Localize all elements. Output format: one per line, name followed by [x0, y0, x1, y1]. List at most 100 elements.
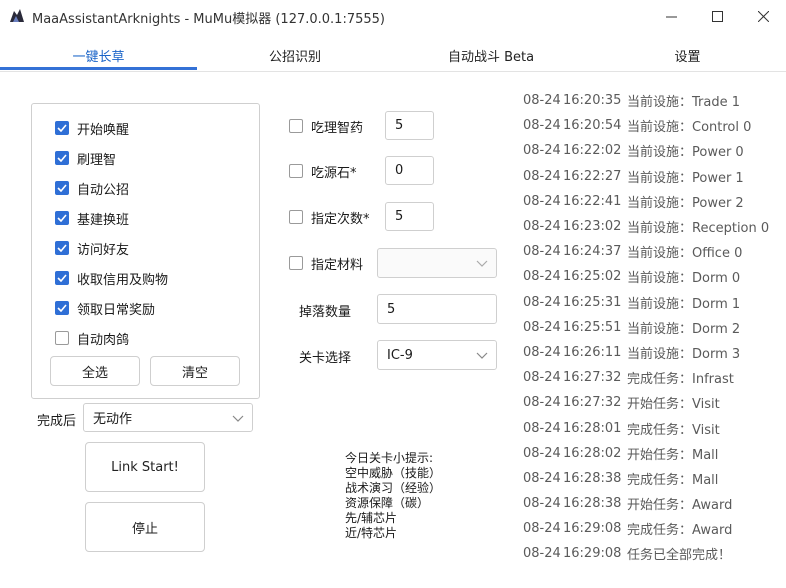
- task-wakeup-checkbox[interactable]: [55, 121, 69, 135]
- use-stone-checkbox[interactable]: [289, 164, 303, 178]
- tips-line: 今日关卡小提示:: [345, 451, 434, 465]
- task-visit[interactable]: 访问好友: [55, 238, 129, 258]
- check-icon: [57, 214, 67, 222]
- use-medicine-option[interactable]: 吃理智药: [289, 116, 363, 136]
- close-icon: [757, 10, 769, 22]
- after-finish-select[interactable]: 无动作: [83, 403, 253, 432]
- log-date: 08-24: [523, 370, 561, 386]
- tab-auto-battle[interactable]: 自动战斗 Beta: [393, 40, 589, 70]
- medicine-count-input[interactable]: 5: [385, 111, 434, 140]
- log-date: 08-24: [523, 395, 561, 411]
- task-label: 收取信用及购物: [77, 272, 169, 288]
- minimize-button[interactable]: [648, 0, 694, 32]
- log-message: 当前设施：Power 2: [627, 195, 744, 211]
- window-title: MaaAssistantArknights - MuMu模拟器 (127.0.0…: [32, 12, 385, 27]
- log-entry: 08-24 16:23:02 当前设施：Reception 0: [523, 214, 785, 239]
- task-roguelike-checkbox[interactable]: [55, 331, 69, 345]
- log-entry: 08-24 16:28:01 完成任务：Visit: [523, 415, 785, 440]
- tips-line: 近/特芯片: [345, 526, 398, 540]
- log-time: 16:26:11: [563, 344, 622, 360]
- fight-times-input[interactable]: 5: [385, 202, 434, 231]
- stone-count-input[interactable]: 0: [385, 156, 434, 185]
- task-visit-checkbox[interactable]: [55, 241, 69, 255]
- material-option[interactable]: 指定材料: [289, 253, 363, 273]
- task-mall[interactable]: 收取信用及购物: [55, 268, 168, 288]
- log-entry: 08-24 16:29:08 任务已全部完成！: [523, 541, 785, 566]
- log-message: 当前设施：Dorm 1: [627, 296, 741, 312]
- log-message: 任务已全部完成！: [627, 548, 732, 564]
- log-time: 16:25:51: [563, 319, 622, 335]
- log-date: 08-24: [523, 168, 561, 184]
- log-time: 16:22:27: [563, 168, 622, 184]
- log-time: 16:20:54: [563, 118, 622, 134]
- log-message: 开始任务：Mall: [627, 447, 719, 463]
- log-date: 08-24: [523, 496, 561, 512]
- log-time: 16:23:02: [563, 219, 622, 235]
- task-roguelike[interactable]: 自动肉鸽: [55, 328, 129, 348]
- check-icon: [57, 154, 67, 162]
- tips-line: 先/辅芯片: [345, 511, 398, 525]
- check-icon: [57, 304, 67, 312]
- material-label: 指定材料: [311, 257, 364, 273]
- drop-count-label: 掉落数量: [299, 305, 352, 320]
- tab-auto-farm[interactable]: 一键长草: [0, 40, 197, 70]
- task-sanity-checkbox[interactable]: [55, 151, 69, 165]
- log-message: 开始任务：Visit: [627, 397, 720, 413]
- log-message: 当前设施：Dorm 3: [627, 346, 741, 362]
- log-time: 16:25:31: [563, 294, 622, 310]
- use-stone-option[interactable]: 吃源石*: [289, 161, 357, 181]
- log-date: 08-24: [523, 344, 561, 360]
- task-recruit[interactable]: 自动公招: [55, 178, 129, 198]
- log-message: 当前设施：Trade 1: [627, 95, 740, 111]
- log-date: 08-24: [523, 294, 561, 310]
- tab-settings[interactable]: 设置: [589, 40, 786, 70]
- stop-button[interactable]: 停止: [85, 502, 205, 552]
- log-time: 16:25:02: [563, 269, 622, 285]
- task-label: 开始唤醒: [77, 122, 130, 138]
- tips-line: 空中威胁（技能）: [345, 466, 442, 480]
- link-start-button[interactable]: Link Start!: [85, 442, 205, 492]
- task-recruit-checkbox[interactable]: [55, 181, 69, 195]
- fight-times-checkbox[interactable]: [289, 210, 303, 224]
- task-sanity[interactable]: 刷理智: [55, 148, 116, 168]
- task-award-checkbox[interactable]: [55, 301, 69, 315]
- tab-recruit[interactable]: 公招识别: [197, 40, 393, 70]
- select-all-button[interactable]: 全选: [50, 356, 140, 386]
- log-entry: 08-24 16:26:11 当前设施：Dorm 3: [523, 340, 785, 365]
- task-label: 领取日常奖励: [77, 302, 156, 318]
- log-message: 完成任务：Infrast: [627, 372, 734, 388]
- log-date: 08-24: [523, 521, 561, 537]
- log-time: 16:28:01: [563, 420, 622, 436]
- task-label: 自动肉鸽: [77, 332, 130, 348]
- drop-count-input[interactable]: 5: [377, 294, 497, 324]
- log-date: 08-24: [523, 93, 561, 109]
- task-award[interactable]: 领取日常奖励: [55, 298, 155, 318]
- chevron-down-icon: [232, 415, 244, 422]
- material-select[interactable]: [377, 248, 497, 278]
- task-label: 访问好友: [77, 242, 130, 258]
- log-entry: 08-24 16:24:37 当前设施：Office 0: [523, 239, 785, 264]
- task-wakeup[interactable]: 开始唤醒: [55, 118, 129, 138]
- task-infrast-checkbox[interactable]: [55, 211, 69, 225]
- minimize-icon: [665, 16, 677, 17]
- log-time: 16:27:32: [563, 370, 622, 386]
- clear-button[interactable]: 清空: [150, 356, 240, 386]
- task-infrast[interactable]: 基建换班: [55, 208, 129, 228]
- log-time: 16:27:32: [563, 395, 622, 411]
- material-checkbox[interactable]: [289, 256, 303, 270]
- fight-times-option[interactable]: 指定次数*: [289, 207, 370, 227]
- fight-times-label: 指定次数*: [311, 211, 370, 227]
- log-entry: 08-24 16:22:02 当前设施：Power 0: [523, 138, 785, 163]
- stage-select[interactable]: IC-9: [377, 340, 497, 370]
- check-icon: [57, 274, 67, 282]
- chevron-down-icon: [476, 352, 488, 359]
- check-icon: [57, 244, 67, 252]
- use-medicine-checkbox[interactable]: [289, 119, 303, 133]
- task-mall-checkbox[interactable]: [55, 271, 69, 285]
- log-entry: 08-24 16:22:41 当前设施：Power 2: [523, 189, 785, 214]
- log-entry: 08-24 16:25:31 当前设施：Dorm 1: [523, 290, 785, 315]
- maximize-button[interactable]: [694, 0, 740, 32]
- close-button[interactable]: [740, 0, 786, 32]
- log-time: 16:20:35: [563, 93, 622, 109]
- log-message: 当前设施：Power 1: [627, 170, 744, 186]
